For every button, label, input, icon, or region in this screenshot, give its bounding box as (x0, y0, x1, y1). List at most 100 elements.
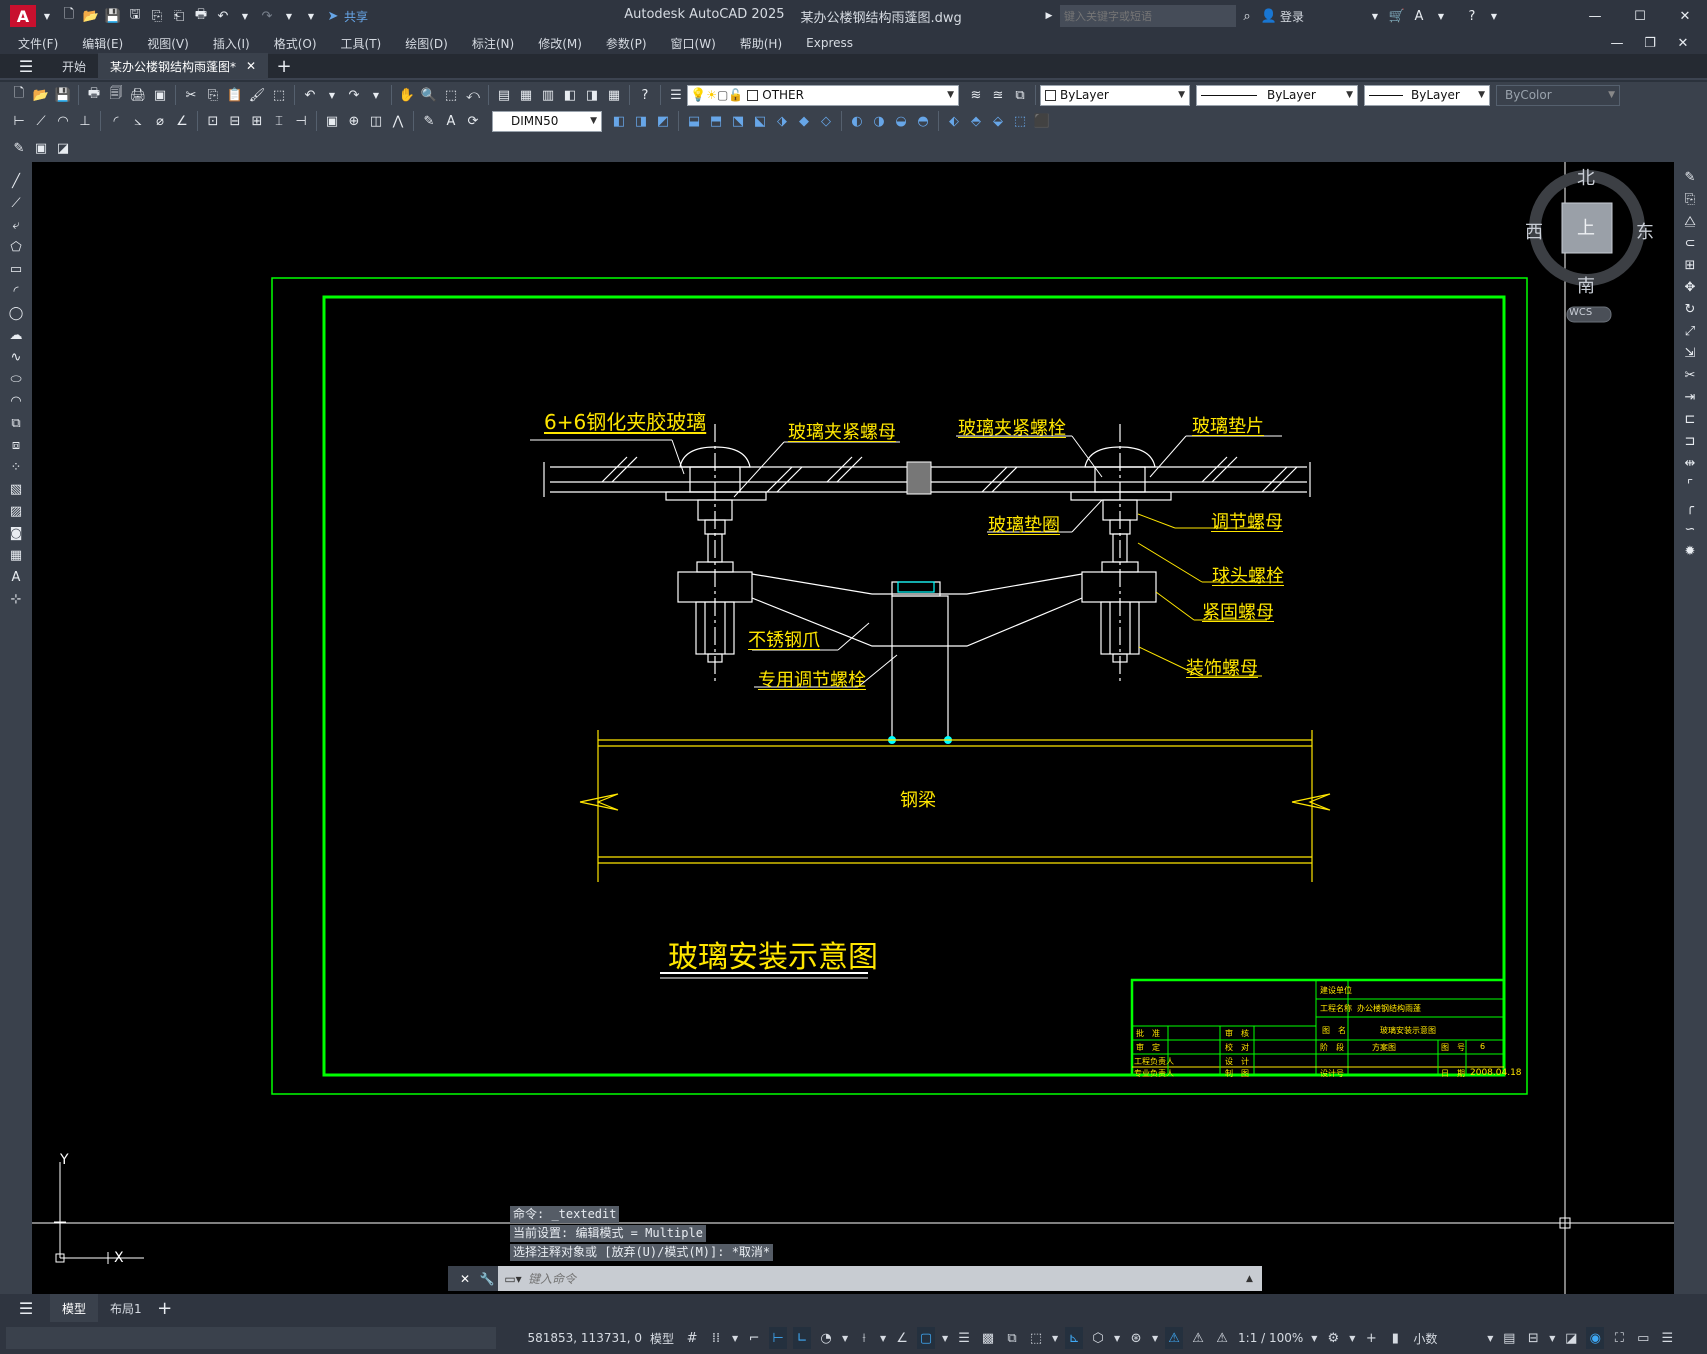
polar-icon[interactable]: ◔ (817, 1327, 835, 1349)
workspace-dropdown-icon[interactable]: ▼ (1348, 1327, 1356, 1349)
customize-qat-icon[interactable]: ▼ (301, 6, 321, 26)
viewcube-west[interactable]: 西 (1525, 218, 1543, 244)
redo-icon[interactable]: ↷ (257, 6, 277, 26)
region-icon[interactable]: ◙ (0, 522, 32, 544)
erase-icon[interactable]: ✎ (1674, 166, 1706, 188)
publish-icon[interactable]: 🖨 (128, 85, 148, 105)
trim-icon[interactable]: ✂ (1674, 364, 1706, 386)
minimize-icon[interactable]: — (1585, 6, 1605, 26)
layer-color-icon[interactable]: ▢ (717, 88, 728, 102)
annotation-scale-icon[interactable]: ⚠ (1213, 1327, 1231, 1349)
tab-layout1[interactable]: 布局1 (98, 1295, 154, 1321)
open-web-icon[interactable]: ⎘ (147, 6, 167, 26)
layer-dropdown[interactable]: 💡 ☀ ▢ 🔓 OTHER ▼ (687, 84, 959, 106)
help-tb-icon[interactable]: ? (635, 85, 655, 105)
menu-parametric[interactable]: 参数(P) (594, 35, 659, 52)
sweep-icon[interactable]: ⬔ (728, 111, 748, 131)
share-icon[interactable]: ➤ (323, 6, 343, 26)
isodraft-icon[interactable]: ⟊ (855, 1327, 873, 1349)
redo-tb-icon[interactable]: ↷ (344, 85, 364, 105)
break-icon[interactable]: ⊐ (1674, 430, 1706, 452)
wcs-label[interactable]: WCS (1569, 307, 1592, 318)
redo-tb-dropdown-icon[interactable]: ▼ (366, 85, 386, 105)
mtext-icon[interactable]: A (0, 566, 32, 588)
point-icon[interactable]: ⁘ (0, 456, 32, 478)
rectangle-icon[interactable]: ▭ (0, 258, 32, 280)
grid-icon[interactable]: # (683, 1327, 701, 1349)
zoom-window-icon[interactable]: ⬚ (441, 85, 461, 105)
move-3d-icon[interactable]: ⬖ (944, 111, 964, 131)
break-at-point-icon[interactable]: ⊏ (1674, 408, 1706, 430)
autodesk-apps-icon[interactable]: A (1409, 6, 1429, 26)
drawing-canvas[interactable]: 北 南 西 东 上 WCS 6+6钢化夹胶玻璃 玻璃夹紧螺母 玻璃夹紧螺栓 玻璃… (32, 162, 1674, 1294)
layout-menu-icon[interactable]: ☰ (16, 1298, 36, 1318)
lineweight-dropdown[interactable]: ByLayer ▼ (1364, 84, 1490, 106)
layer-on-icon[interactable]: 💡 (690, 88, 706, 103)
workspace-gear-icon[interactable]: ⚙ (1324, 1327, 1342, 1349)
dim-break-icon[interactable]: ⊣ (291, 111, 311, 131)
menu-format[interactable]: 格式(O) (262, 35, 329, 52)
scale-icon[interactable]: ⤢ (1674, 320, 1706, 342)
color-dropdown[interactable]: ByLayer ▼ (1040, 84, 1190, 106)
tab-start[interactable]: 开始 (50, 53, 98, 79)
properties-icon[interactable]: ▤ (494, 85, 514, 105)
annotation-scale-value[interactable]: 1:1 / 100% (1238, 1331, 1303, 1345)
line-icon[interactable]: ╱ (0, 170, 32, 192)
tab-document[interactable]: 某办公楼钢结构雨蓬图* ✕ (98, 53, 269, 79)
preview-icon[interactable]: 🗐 (106, 85, 126, 105)
undo-tb-dropdown-icon[interactable]: ▼ (322, 85, 342, 105)
user-icon[interactable]: 👤 (1259, 6, 1279, 26)
offset-icon[interactable]: ⊂ (1674, 232, 1706, 254)
construction-line-icon[interactable]: ⟋ (0, 192, 32, 214)
cylinder-icon[interactable]: ◨ (631, 111, 651, 131)
save-web-icon[interactable]: ⎗ (169, 6, 189, 26)
open-icon[interactable]: 📂 (31, 85, 51, 105)
isolate-objects-icon[interactable]: ◪ (1562, 1327, 1580, 1349)
add-selected-icon[interactable]: ⊹ (0, 588, 32, 610)
attribute-icon[interactable]: ◪ (53, 138, 73, 158)
undo-dropdown-icon[interactable]: ▼ (235, 6, 255, 26)
hatch-icon[interactable]: ▧ (0, 478, 32, 500)
align-3d-icon[interactable]: ⬙ (988, 111, 1008, 131)
dim-arc-icon[interactable]: ◠ (53, 111, 73, 131)
units-dropdown-icon[interactable]: ▼ (1486, 1327, 1494, 1349)
help-dropdown-icon[interactable]: ▼ (1484, 6, 1504, 26)
lock-ui-dropdown-icon[interactable]: ▼ (1548, 1327, 1556, 1349)
menu-window[interactable]: 窗口(W) (659, 35, 728, 52)
units-icon[interactable]: ▮ (1386, 1327, 1404, 1349)
ellipse-arc-icon[interactable]: ◠ (0, 390, 32, 412)
dim-angular-icon[interactable]: ∠ (172, 111, 192, 131)
revolve-icon[interactable]: ⬒ (706, 111, 726, 131)
dim-text-edit-icon[interactable]: A (441, 111, 461, 131)
dim-ordinate-icon[interactable]: ⊥ (75, 111, 95, 131)
selection-cycling-icon[interactable]: ⧉ (1003, 1327, 1021, 1349)
stretch-icon[interactable]: ⇲ (1674, 342, 1706, 364)
app-logo[interactable]: A (10, 5, 36, 27)
rotate-3d-icon[interactable]: ⬘ (966, 111, 986, 131)
polyline-icon[interactable]: ⤶ (0, 214, 32, 236)
explode-icon[interactable]: ✹ (1674, 540, 1706, 562)
doc-restore-icon[interactable]: ❐ (1640, 33, 1660, 53)
ortho-icon[interactable]: ∟ (793, 1327, 812, 1349)
viewcube-north[interactable]: 北 (1577, 164, 1595, 190)
command-customize-icon[interactable]: 🔧 (476, 1266, 498, 1291)
search-input[interactable] (1059, 5, 1236, 27)
object-snap-tracking-icon[interactable]: ∠ (893, 1327, 911, 1349)
union-icon[interactable]: ◆ (794, 111, 814, 131)
command-close-icon[interactable]: ✕ (454, 1266, 476, 1291)
object-snap-icon[interactable]: ▢ (917, 1327, 936, 1349)
infer-icon[interactable]: ⌐ (745, 1327, 763, 1349)
viewcube-east[interactable]: 东 (1636, 218, 1654, 244)
slice-icon[interactable]: ◐ (847, 111, 867, 131)
presspull-icon[interactable]: ⬗ (772, 111, 792, 131)
dynamic-ucs-icon[interactable]: ⊾ (1065, 1327, 1084, 1349)
tab-model[interactable]: 模型 (50, 1294, 99, 1322)
zoom-previous-icon[interactable]: ⤺ (463, 85, 483, 105)
markup-icon[interactable]: ◨ (582, 85, 602, 105)
doc-minimize-icon[interactable]: — (1607, 33, 1627, 53)
cart-icon[interactable]: 🛒 (1387, 6, 1407, 26)
3d-osnap-icon[interactable]: ⬚ (1027, 1327, 1045, 1349)
make-block-icon[interactable]: ⧈ (0, 434, 32, 456)
mirror-icon[interactable]: ⧋ (1674, 210, 1706, 232)
plot-3d-icon[interactable]: ▣ (150, 85, 170, 105)
